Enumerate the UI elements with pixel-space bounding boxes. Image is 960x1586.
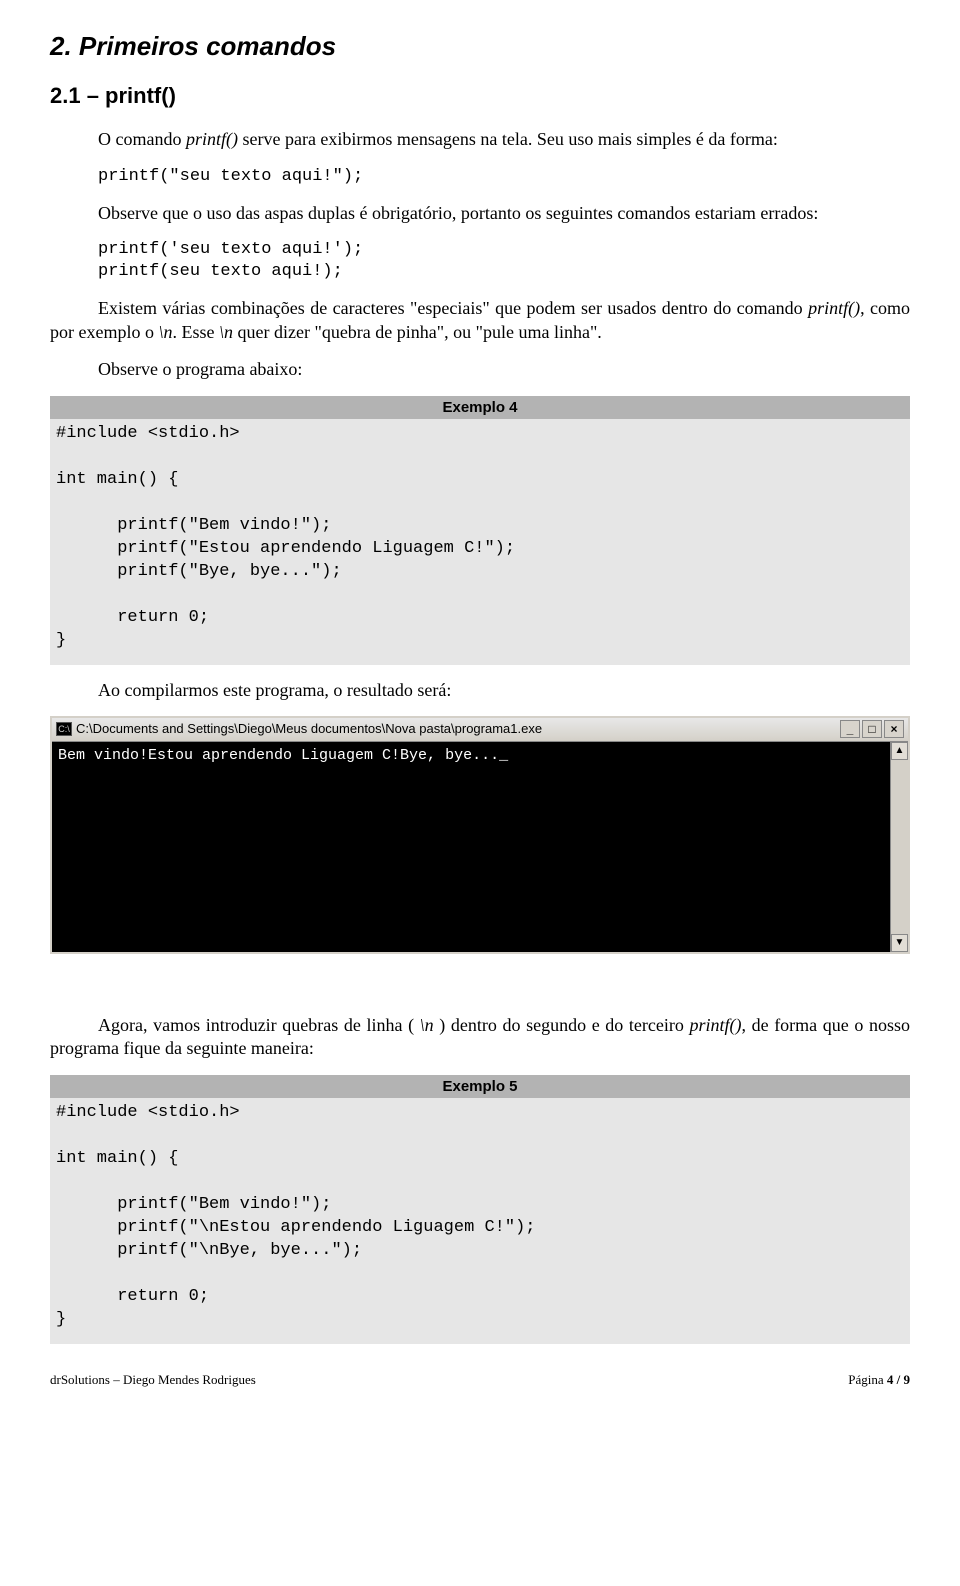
example5-label: Exemplo 5: [50, 1075, 910, 1099]
example4-code: #include <stdio.h> int main() { printf("…: [50, 419, 910, 664]
maximize-button[interactable]: □: [862, 720, 882, 738]
p3-f: \n: [219, 322, 233, 342]
terminal-title: C:\Documents and Settings\Diego\Meus doc…: [76, 721, 836, 738]
window-buttons: _ □ ×: [840, 720, 904, 738]
cmd-icon: C:\: [56, 722, 72, 736]
scroll-down-button[interactable]: ▼: [891, 934, 908, 952]
para-agora: Agora, vamos introduzir quebras de linha…: [50, 1014, 910, 1061]
minimize-button[interactable]: _: [840, 720, 860, 738]
footer-page-number: 4 / 9: [887, 1372, 910, 1387]
p3-e: . Esse: [173, 322, 220, 342]
section-heading: 2. Primeiros comandos: [50, 30, 910, 64]
scroll-up-button[interactable]: ▲: [891, 742, 908, 760]
terminal-titlebar[interactable]: C:\ C:\Documents and Settings\Diego\Meus…: [52, 718, 908, 742]
inline-code-2b: printf(seu texto aqui!);: [50, 261, 910, 283]
terminal-window: C:\ C:\Documents and Settings\Diego\Meus…: [50, 716, 910, 954]
para-special: Existem várias combinações de caracteres…: [50, 297, 910, 344]
inline-code-1: printf("seu texto aqui!");: [50, 166, 910, 188]
p6-b: \n: [420, 1015, 434, 1035]
terminal-scrollbar[interactable]: ▲ ▼: [890, 742, 908, 952]
p3-g: quer dizer "quebra de pinha", ou "pule u…: [233, 322, 602, 342]
para-compile: Ao compilarmos este programa, o resultad…: [50, 679, 910, 702]
terminal-output: Bem vindo!Estou aprendendo Liguagem C!By…: [52, 742, 890, 952]
footer-page-label: Página: [848, 1372, 887, 1387]
p6-a: Agora, vamos introduzir quebras de linha…: [98, 1015, 420, 1035]
p3-b: printf(): [808, 298, 860, 318]
intro-text-c: serve para exibirmos mensagens na tela. …: [238, 129, 778, 149]
p3-d: \n: [158, 322, 172, 342]
p3-a: Existem várias combinações de caracteres…: [98, 298, 808, 318]
example4-label: Exemplo 4: [50, 396, 910, 420]
footer-left: drSolutions – Diego Mendes Rodrigues: [50, 1372, 256, 1389]
page-footer: drSolutions – Diego Mendes Rodrigues Pág…: [50, 1372, 910, 1389]
close-button[interactable]: ×: [884, 720, 904, 738]
intro-text-a: O comando: [98, 129, 186, 149]
p6-d: printf(): [689, 1015, 741, 1035]
para-observe-prog: Observe o programa abaixo:: [50, 358, 910, 381]
para-observe: Observe que o uso das aspas duplas é obr…: [50, 202, 910, 225]
p6-c: ) dentro do segundo e do terceiro: [434, 1015, 690, 1035]
footer-right: Página 4 / 9: [848, 1372, 910, 1389]
intro-para: O comando printf() serve para exibirmos …: [50, 128, 910, 151]
example5-code: #include <stdio.h> int main() { printf("…: [50, 1098, 910, 1343]
terminal-body: Bem vindo!Estou aprendendo Liguagem C!By…: [52, 742, 908, 952]
printf-word: printf(): [186, 129, 238, 149]
subsection-heading: 2.1 – printf(): [50, 82, 910, 111]
inline-code-2a: printf('seu texto aqui!');: [50, 239, 910, 261]
